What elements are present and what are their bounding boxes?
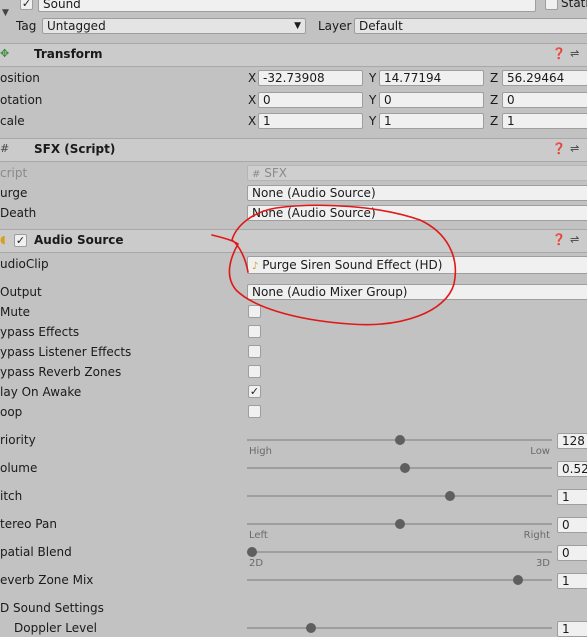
annotation-stroke — [211, 204, 457, 326]
red-annotation-scribble — [211, 204, 457, 326]
